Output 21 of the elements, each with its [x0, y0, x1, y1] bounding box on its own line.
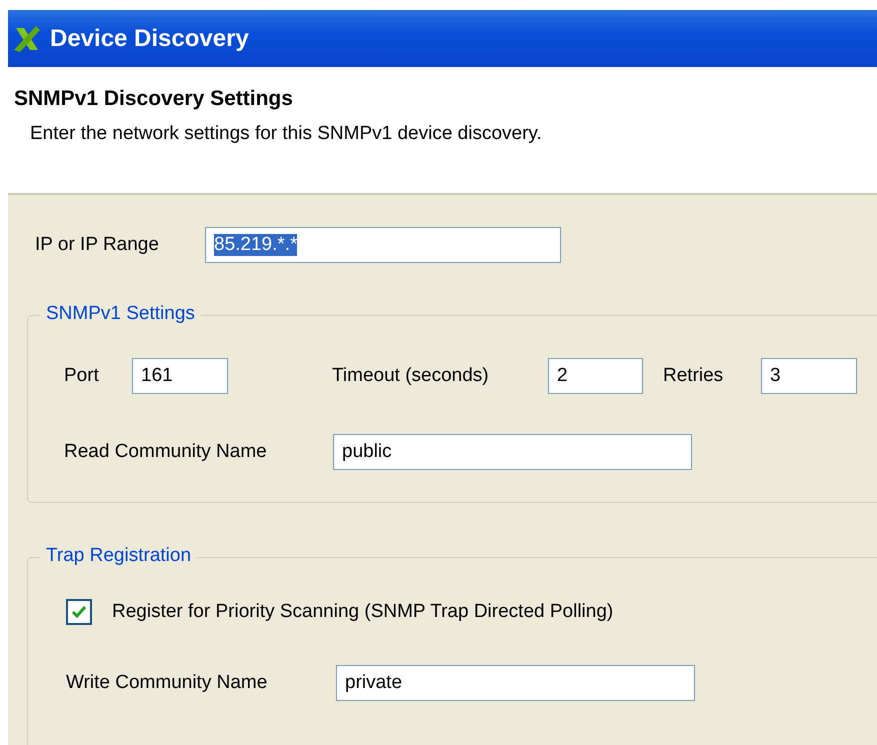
group-legend: Trap Registration — [40, 545, 198, 567]
page-title: SNMPv1 Discovery Settings — [14, 87, 294, 111]
page-description: Enter the network settings for this SNMPv1 device discovery. — [30, 123, 543, 145]
write-community-field[interactable]: private — [336, 665, 695, 701]
field-label: IP or IP Range — [35, 234, 160, 256]
checkbox-label: Register for Priority Scanning (SNMP Trap Directed Polling) — [112, 601, 614, 623]
retries-field[interactable]: 3 — [761, 358, 857, 394]
timeout-field[interactable]: 2 — [548, 358, 643, 394]
field-label: Retries — [663, 365, 724, 387]
window-title: Device Discovery — [50, 24, 249, 52]
field-label: Port — [64, 365, 100, 387]
field-label: Write Community Name — [66, 672, 268, 694]
group-legend: SNMPv1 Settings — [40, 303, 201, 325]
field-label: Read Community Name — [64, 441, 268, 463]
read-community-field[interactable]: public — [333, 434, 692, 470]
ip-range-field[interactable]: 85.219.*.* — [205, 227, 561, 263]
app-logo-icon — [12, 24, 42, 54]
checkmark-icon — [71, 605, 87, 619]
port-field[interactable]: 161 — [132, 358, 228, 394]
checkbox[interactable] — [66, 599, 92, 625]
field-label: Timeout (seconds) — [332, 365, 490, 387]
